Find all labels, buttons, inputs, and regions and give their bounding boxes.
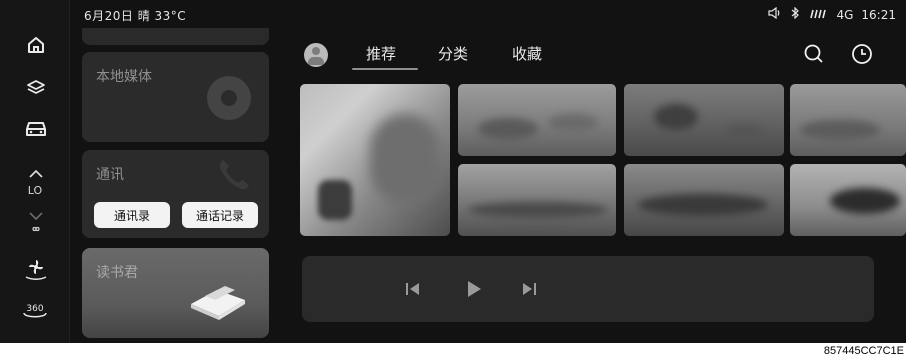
content-thumbnail[interactable] [300, 84, 450, 236]
local-media-card[interactable]: 本地媒体 [82, 52, 269, 142]
content-thumbnail[interactable] [624, 164, 784, 236]
left-rail: LO 360 [0, 0, 70, 343]
status-date-weather: 6月20日 晴 33°C [84, 9, 187, 23]
infinity-icon [22, 222, 50, 236]
card-partial[interactable] [82, 28, 269, 45]
call-log-button[interactable]: 通话记录 [182, 202, 258, 228]
bluetooth-icon [790, 6, 800, 22]
status-indicators: 4G 16:21 [768, 6, 896, 22]
network-type: 4G [836, 7, 854, 22]
tab-favorites[interactable]: 收藏 [512, 43, 542, 64]
car-icon[interactable] [22, 116, 50, 140]
tab-categories[interactable]: 分类 [438, 43, 468, 64]
fan-icon[interactable] [22, 256, 50, 282]
content-thumbnail[interactable] [458, 164, 616, 236]
communication-card[interactable]: 通讯 通讯录 通话记录 [82, 150, 269, 238]
volume-icon [768, 6, 782, 22]
communication-title: 通讯 [96, 167, 124, 183]
image-code-caption: 857445CC7C1E [823, 345, 904, 357]
camera-360-icon[interactable]: 360 [20, 298, 50, 324]
previous-track-icon[interactable] [402, 278, 424, 300]
camera-360-label: 360 [26, 304, 43, 314]
status-bar: 6月20日 晴 33°C 4G 16:21 [0, 0, 906, 28]
history-icon[interactable] [850, 42, 874, 66]
layers-icon[interactable] [22, 76, 50, 100]
next-track-icon[interactable] [518, 278, 540, 300]
clock: 16:21 [861, 7, 896, 22]
reading-card[interactable]: 读书君 [82, 248, 269, 338]
avatar[interactable] [304, 43, 328, 67]
main-content: 推荐 分类 收藏 [290, 28, 906, 343]
play-icon[interactable] [462, 278, 484, 300]
reading-title: 读书君 [96, 265, 138, 281]
content-thumbnail[interactable] [458, 84, 616, 156]
chevron-up-icon[interactable] [22, 162, 50, 186]
tab-recommended[interactable]: 推荐 [366, 43, 396, 64]
book-icon [187, 274, 249, 322]
contacts-button[interactable]: 通讯录 [94, 202, 170, 228]
content-thumbnail[interactable] [790, 164, 906, 236]
signal-bars-icon [808, 7, 828, 22]
home-icon[interactable] [22, 33, 50, 57]
search-icon[interactable] [802, 42, 826, 66]
infotainment-screen: 6月20日 晴 33°C 4G 16:21 LO 360 本地媒体 通讯 通讯录… [0, 0, 906, 343]
media-player-bar [302, 256, 874, 322]
phone-icon [213, 154, 253, 194]
active-tab-indicator [352, 68, 418, 70]
local-media-title: 本地媒体 [96, 69, 152, 85]
content-thumbnail[interactable] [624, 84, 784, 156]
disc-icon [207, 76, 251, 120]
temperature-level: LO [27, 184, 43, 197]
content-thumbnail[interactable] [790, 84, 906, 156]
